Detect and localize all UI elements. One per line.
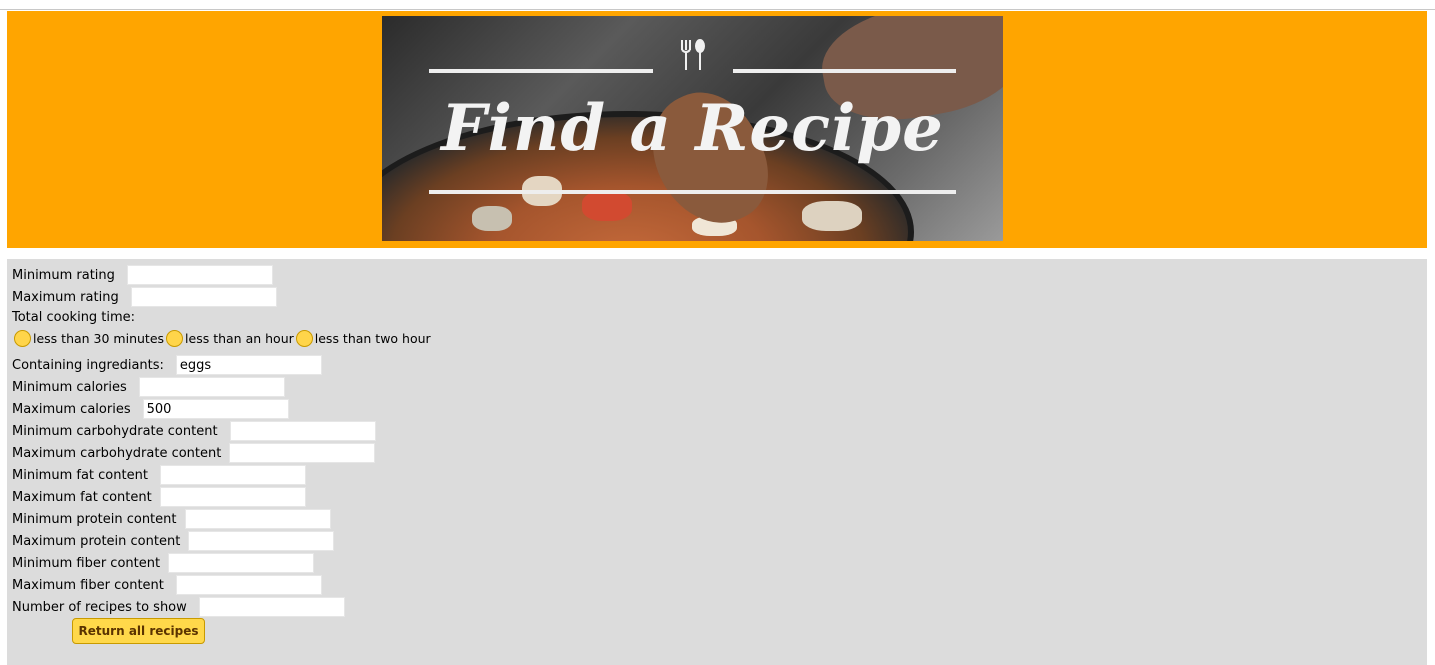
field-label: Maximum calories bbox=[12, 401, 131, 417]
radio-label: less than an hour bbox=[185, 331, 294, 346]
field-label: Minimum fat content bbox=[12, 467, 148, 483]
radio-less-than-two-hour[interactable] bbox=[295, 330, 313, 347]
field-label: Minimum protein content bbox=[12, 511, 177, 527]
maximum-rating-input[interactable] bbox=[130, 287, 277, 307]
field-label: Maximum fiber content bbox=[12, 577, 164, 593]
top-divider bbox=[0, 9, 1435, 10]
maximum-calories-input[interactable] bbox=[142, 399, 289, 419]
recipe-search-form: Minimum rating Maximum rating Total cook… bbox=[7, 259, 1427, 665]
field-row: Minimum fiber content bbox=[12, 552, 315, 574]
maximum-protein-input[interactable] bbox=[188, 531, 335, 551]
radio-option[interactable]: less than an hour bbox=[166, 330, 294, 347]
field-label: Maximum rating bbox=[12, 289, 119, 305]
minimum-protein-input[interactable] bbox=[184, 509, 331, 529]
field-row: Maximum carbohydrate content bbox=[12, 442, 376, 464]
maximum-fat-input[interactable] bbox=[159, 487, 306, 507]
minimum-calories-input[interactable] bbox=[138, 377, 285, 397]
field-row: Minimum carbohydrate content bbox=[12, 420, 376, 442]
return-all-recipes-button[interactable]: Return all recipes bbox=[72, 618, 205, 644]
field-row: Containing ingrediants: bbox=[12, 354, 322, 376]
field-row: Maximum fat content bbox=[12, 486, 306, 508]
field-row: Number of recipes to show bbox=[12, 596, 345, 618]
maximum-carbohydrate-input[interactable] bbox=[229, 443, 376, 463]
field-label: Minimum rating bbox=[12, 267, 115, 283]
fork-spoon-icon bbox=[678, 38, 708, 79]
maximum-fiber-input[interactable] bbox=[175, 575, 322, 595]
field-row: Maximum fiber content bbox=[12, 574, 322, 596]
field-row: Maximum protein content bbox=[12, 530, 335, 552]
field-label: Maximum protein content bbox=[12, 533, 181, 549]
radio-label: less than 30 minutes bbox=[33, 331, 165, 346]
radio-30-minutes[interactable] bbox=[14, 330, 31, 347]
banner-image: Find a Recipe bbox=[382, 16, 1003, 241]
radio-label: less than two hour bbox=[314, 331, 431, 346]
cooking-time-heading: Total cooking time: bbox=[12, 306, 135, 328]
field-row: Maximum rating bbox=[12, 286, 277, 308]
field-label: Minimum fiber content bbox=[12, 555, 161, 571]
field-label: Maximum carbohydrate content bbox=[12, 445, 222, 461]
minimum-fat-input[interactable] bbox=[159, 465, 306, 485]
minimum-rating-input[interactable] bbox=[126, 265, 273, 285]
header-banner-area: Find a Recipe bbox=[7, 11, 1427, 248]
minimum-carbohydrate-input[interactable] bbox=[229, 421, 376, 441]
field-label: Minimum calories bbox=[12, 379, 127, 395]
field-label: Number of recipes to show bbox=[12, 599, 187, 615]
field-label: Minimum carbohydrate content bbox=[12, 423, 218, 439]
minimum-fiber-input[interactable] bbox=[168, 553, 315, 573]
ingredients-label: Containing ingrediants: bbox=[12, 357, 164, 373]
ingredients-input[interactable] bbox=[175, 355, 322, 375]
cooking-time-label: Total cooking time: bbox=[12, 309, 136, 325]
number-of-recipes-input[interactable] bbox=[198, 597, 345, 617]
radio-less-than-hour[interactable] bbox=[166, 330, 184, 347]
field-row: Minimum rating bbox=[12, 264, 273, 286]
radio-option[interactable]: less than two hour bbox=[295, 330, 431, 347]
banner-title: Find a Recipe bbox=[441, 91, 944, 166]
field-row: Minimum protein content bbox=[12, 508, 331, 530]
field-row: Minimum fat content bbox=[12, 464, 306, 486]
field-label: Maximum fat content bbox=[12, 489, 152, 505]
radio-option[interactable]: less than 30 minutes bbox=[14, 330, 164, 347]
cooking-time-radio-group: less than 30 minutes less than an hour l… bbox=[14, 330, 433, 347]
field-row: Minimum calories bbox=[12, 376, 285, 398]
field-row: Maximum calories bbox=[12, 398, 289, 420]
